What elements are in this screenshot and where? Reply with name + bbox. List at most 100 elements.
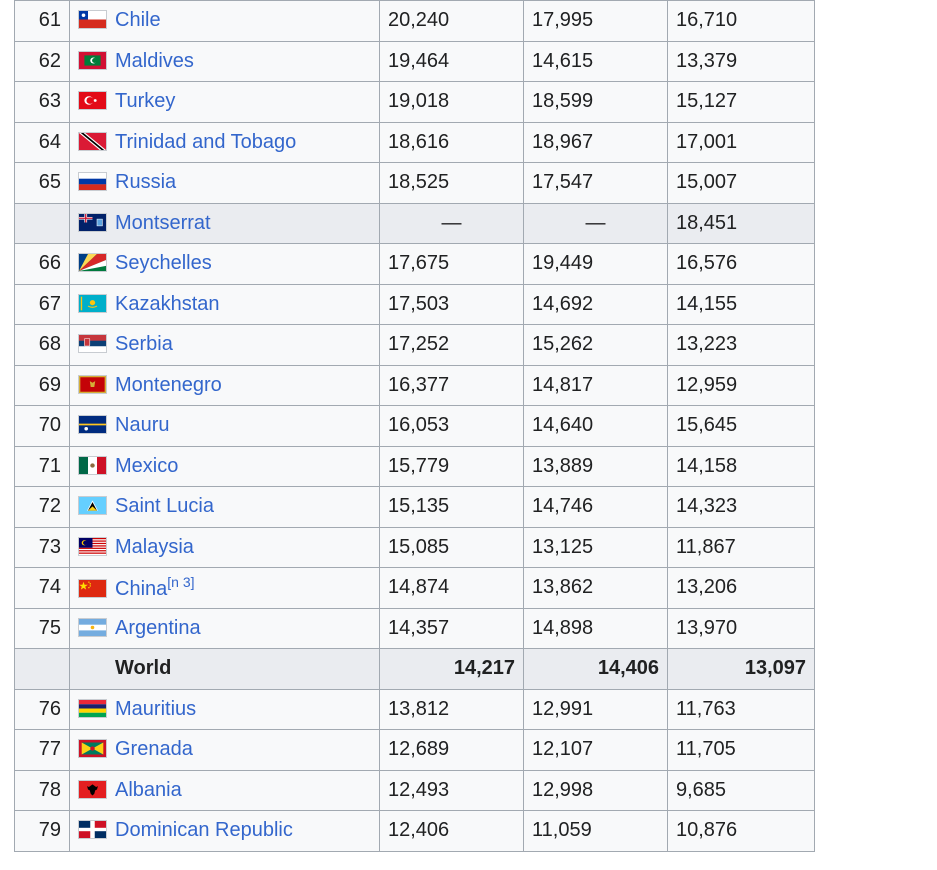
value-cell: 16,576: [667, 243, 815, 285]
seychelles-flag-icon: [78, 253, 107, 273]
country-link-montenegro[interactable]: Montenegro: [115, 374, 222, 396]
value-cell: 14,406: [523, 648, 668, 690]
gdp-per-capita-table: 61 Chile 20,240 17,995 16,710 62 Maldive…: [14, 0, 815, 852]
country-link-maldives[interactable]: Maldives: [115, 50, 194, 72]
trinidad-and-tobago-flag-icon: [78, 131, 107, 151]
country-link-malaysia[interactable]: Malaysia: [115, 536, 194, 558]
country-link-montserrat[interactable]: Montserrat: [115, 212, 211, 234]
footnote-ref[interactable]: [n 3]: [167, 574, 194, 590]
china-flag-icon: [78, 579, 107, 599]
value-cell: 17,252: [379, 324, 524, 366]
country-cell: Russia: [69, 162, 380, 204]
rank-cell: 63: [14, 81, 70, 123]
saint-lucia-flag-icon: [78, 496, 107, 516]
value-cell: 10,876: [667, 810, 815, 852]
value-cell: 11,867: [667, 526, 815, 568]
mexico-flag-icon: [78, 455, 107, 475]
country-link-kazakhstan[interactable]: Kazakhstan: [115, 293, 220, 315]
value-cell: 14,217: [379, 648, 524, 690]
montserrat-flag-icon: [78, 212, 107, 232]
value-cell: 14,640: [523, 405, 668, 447]
rank-cell: 62: [14, 40, 70, 82]
country-link-dominican-republic[interactable]: Dominican Republic: [115, 819, 293, 841]
country-cell: Chile: [69, 0, 380, 42]
value-cell: 13,206: [667, 567, 815, 609]
country-link-serbia[interactable]: Serbia: [115, 333, 173, 355]
kazakhstan-flag-icon: [78, 293, 107, 313]
value-cell: 18,451: [667, 202, 815, 244]
rank-cell: 66: [14, 243, 70, 285]
montenegro-flag-icon: [78, 374, 107, 394]
rank-cell: 73: [14, 526, 70, 568]
country-cell: Seychelles: [69, 243, 380, 285]
country-cell: Malaysia: [69, 526, 380, 568]
dominican-republic-flag-icon: [78, 820, 107, 840]
rank-cell: 67: [14, 283, 70, 325]
value-cell: 17,547: [523, 162, 668, 204]
value-cell: 15,127: [667, 81, 815, 123]
table-row: 72 Saint Lucia 15,135 14,746 14,323: [14, 486, 815, 528]
mauritius-flag-icon: [78, 698, 107, 718]
table-row: 69 Montenegro 16,377 14,817 12,959: [14, 364, 815, 406]
value-cell: 11,705: [667, 729, 815, 771]
value-cell: 17,675: [379, 243, 524, 285]
table-row: 67 Kazakhstan 17,503 14,692 14,155: [14, 283, 815, 325]
country-link-mexico[interactable]: Mexico: [115, 455, 178, 477]
value-cell: 19,464: [379, 40, 524, 82]
value-cell: 15,262: [523, 324, 668, 366]
value-cell: 15,645: [667, 405, 815, 447]
country-cell: Mexico: [69, 445, 380, 487]
rank-cell: 61: [14, 0, 70, 42]
rank-cell: 71: [14, 445, 70, 487]
table-row: 65 Russia 18,525 17,547 15,007: [14, 162, 815, 204]
value-cell: 18,525: [379, 162, 524, 204]
value-cell: 12,406: [379, 810, 524, 852]
table-row: 76 Mauritius 13,812 12,991 11,763: [14, 688, 815, 730]
country-link-saint-lucia[interactable]: Saint Lucia: [115, 495, 214, 517]
value-cell: 15,779: [379, 445, 524, 487]
country-link-argentina[interactable]: Argentina: [115, 617, 201, 639]
value-cell: 14,158: [667, 445, 815, 487]
value-cell: 14,874: [379, 567, 524, 609]
country-link-mauritius[interactable]: Mauritius: [115, 698, 196, 720]
value-cell: 12,991: [523, 688, 668, 730]
value-cell: 13,223: [667, 324, 815, 366]
country-link-seychelles[interactable]: Seychelles: [115, 252, 212, 274]
country-cell: Serbia: [69, 324, 380, 366]
value-cell: 20,240: [379, 0, 524, 42]
albania-flag-icon: [78, 779, 107, 799]
maldives-flag-icon: [78, 50, 107, 70]
value-cell: 15,085: [379, 526, 524, 568]
table-row: 70 Nauru 16,053 14,640 15,645: [14, 405, 815, 447]
value-cell: 13,862: [523, 567, 668, 609]
country-link-turkey[interactable]: Turkey: [115, 90, 175, 112]
country-link-nauru[interactable]: Nauru: [115, 414, 169, 436]
value-cell: 14,323: [667, 486, 815, 528]
country-link-china[interactable]: China: [115, 578, 167, 600]
value-cell: 14,155: [667, 283, 815, 325]
country-link-trinidad-and-tobago[interactable]: Trinidad and Tobago: [115, 131, 296, 153]
country-link-chile[interactable]: Chile: [115, 9, 161, 31]
world-label: World: [115, 657, 172, 680]
gdp-table-container: 61 Chile 20,240 17,995 16,710 62 Maldive…: [14, 0, 815, 852]
country-link-russia[interactable]: Russia: [115, 171, 176, 193]
value-cell: 9,685: [667, 769, 815, 811]
table-row: 77 Grenada 12,689 12,107 11,705: [14, 729, 815, 771]
country-cell: Montenegro: [69, 364, 380, 406]
value-cell: 18,967: [523, 121, 668, 163]
value-cell: 12,107: [523, 729, 668, 771]
country-link-grenada[interactable]: Grenada: [115, 738, 193, 760]
table-row: 74 China[n 3] 14,874 13,862 13,206: [14, 567, 815, 609]
value-cell: 19,449: [523, 243, 668, 285]
value-cell: 17,995: [523, 0, 668, 42]
country-link-albania[interactable]: Albania: [115, 779, 182, 801]
country-cell: Trinidad and Tobago: [69, 121, 380, 163]
value-cell: 14,615: [523, 40, 668, 82]
value-cell: 12,689: [379, 729, 524, 771]
table-row: Montserrat — — 18,451: [14, 202, 815, 244]
value-cell: 14,746: [523, 486, 668, 528]
country-cell: Turkey: [69, 81, 380, 123]
value-cell: 16,053: [379, 405, 524, 447]
value-cell: 13,379: [667, 40, 815, 82]
rank-cell: 65: [14, 162, 70, 204]
